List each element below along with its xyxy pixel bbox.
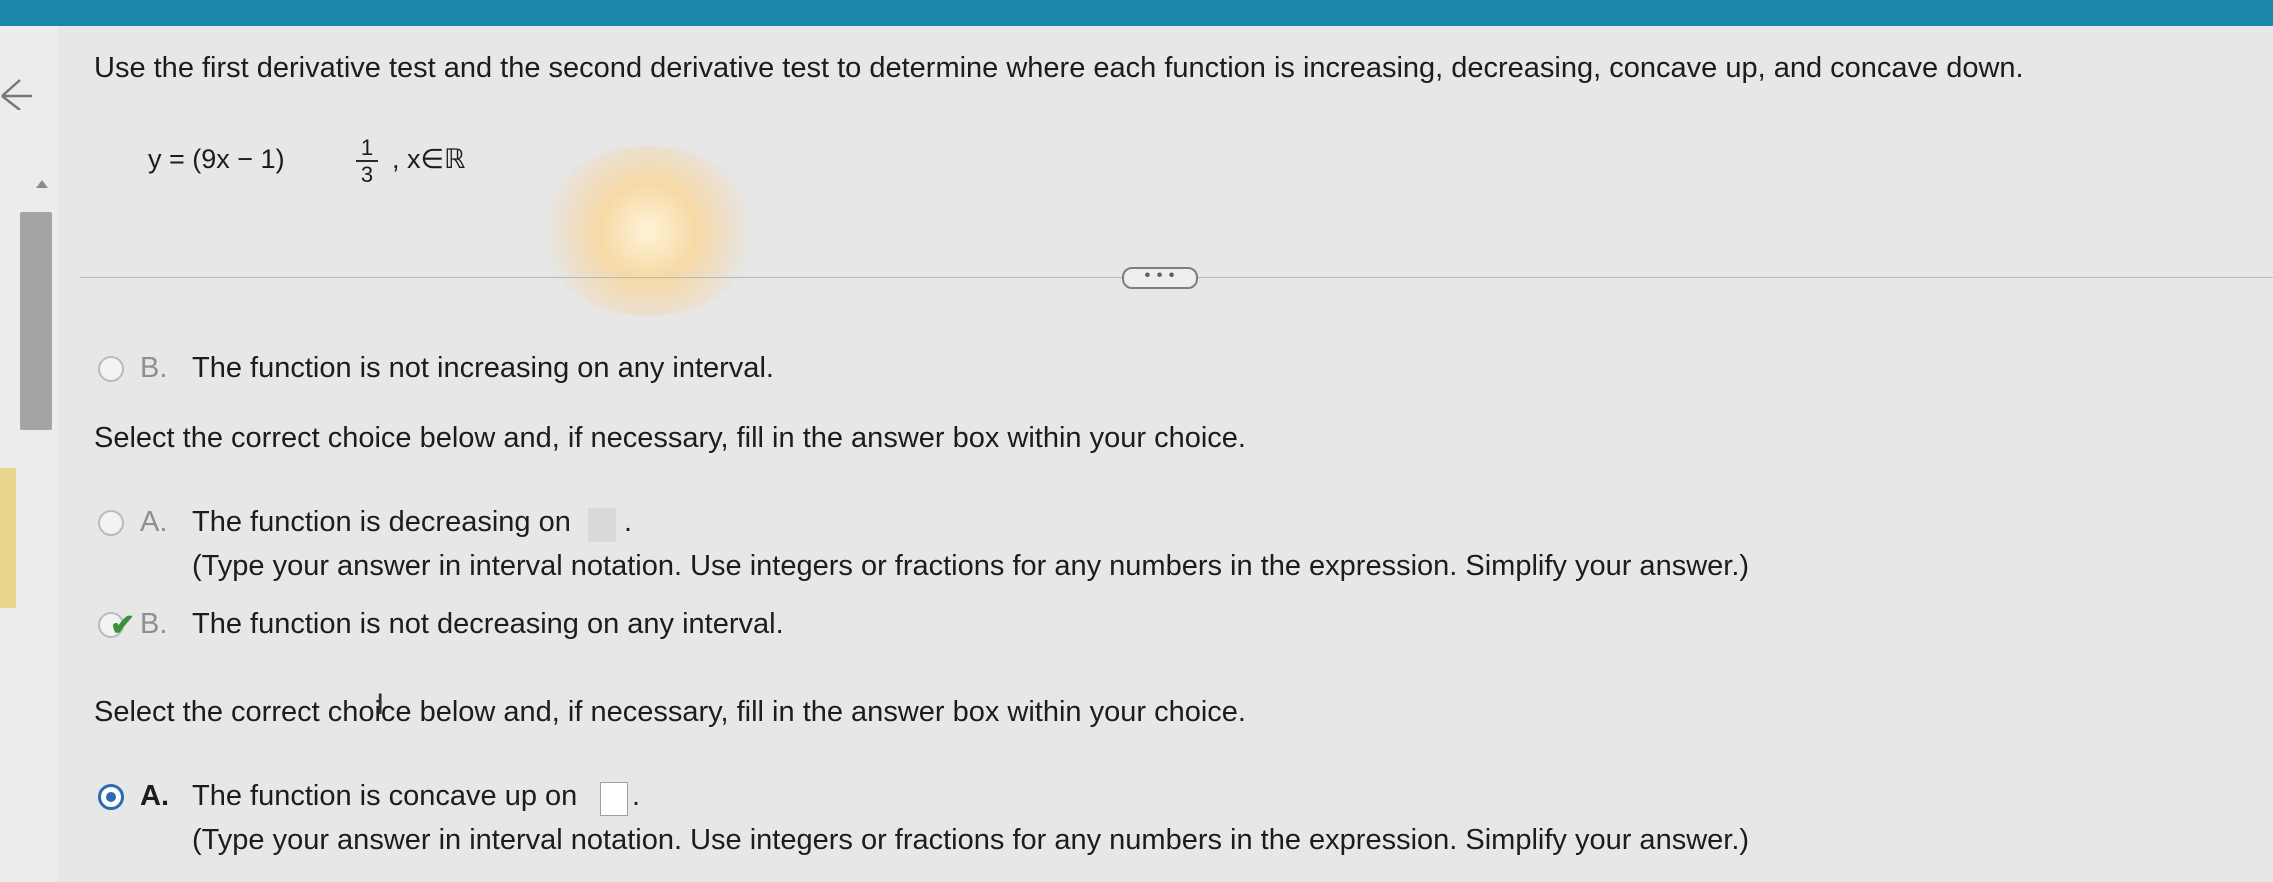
radio-increasing-b[interactable]	[98, 356, 124, 382]
option-a-period: .	[624, 506, 633, 538]
option-b-text[interactable]: The function is not increasing on any in…	[192, 352, 774, 385]
concave-up-hint: (Type your answer in interval notation. …	[192, 824, 1750, 856]
option-a-text[interactable]: The function is concave up on	[192, 780, 577, 813]
more-button[interactable]: • • •	[1122, 267, 1198, 289]
formula-exponent: 1 3	[356, 136, 378, 186]
option-letter-a: A.	[140, 780, 169, 812]
concave-up-prompt: Select the correct choice below and, if …	[94, 696, 1246, 728]
formula-lhs: y = (9x − 1)	[148, 144, 285, 174]
decreasing-hint: (Type your answer in interval notation. …	[192, 550, 1750, 582]
option-letter-b: B.	[140, 608, 168, 640]
function-formula: y = (9x − 1) 1 3 , x∈ℝ	[148, 136, 465, 186]
option-letter-b: B.	[140, 352, 168, 384]
scrollbar-thumb[interactable]	[20, 212, 52, 430]
scroll-up-icon[interactable]	[36, 180, 48, 188]
decreasing-answer-box[interactable]	[588, 508, 616, 542]
decreasing-prompt: Select the correct choice below and, if …	[94, 422, 1246, 454]
option-b-text[interactable]: The function is not decreasing on any in…	[192, 608, 784, 641]
option-a-text[interactable]: The function is decreasing on	[192, 506, 571, 539]
screen-glare	[538, 146, 758, 316]
side-highlight	[0, 468, 16, 608]
check-icon: ✔	[110, 609, 136, 642]
question-panel: Use the first derivative test and the se…	[58, 26, 2273, 882]
radio-concave-up-a[interactable]	[98, 784, 124, 810]
option-letter-a: A.	[140, 506, 168, 538]
top-bar	[0, 0, 2273, 26]
formula-domain: , x∈ℝ	[392, 144, 466, 174]
back-arrow-icon[interactable]	[0, 66, 34, 110]
exponent-denominator: 3	[360, 162, 374, 187]
question-text: Use the first derivative test and the se…	[94, 52, 2024, 84]
exponent-numerator: 1	[360, 135, 374, 160]
concave-up-answer-box[interactable]	[600, 782, 628, 816]
option-a-period: .	[632, 780, 641, 812]
text-cursor-icon: I	[376, 688, 385, 721]
radio-decreasing-a[interactable]	[98, 510, 124, 536]
left-panel	[0, 26, 58, 882]
